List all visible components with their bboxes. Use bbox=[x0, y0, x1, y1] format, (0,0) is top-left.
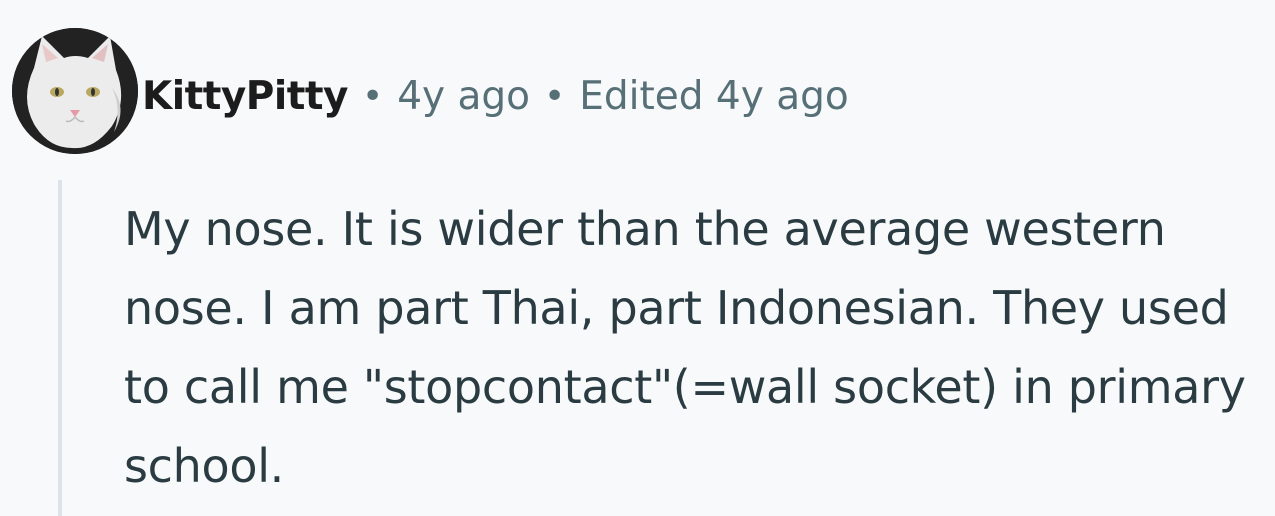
post-timestamp[interactable]: 4y ago bbox=[397, 68, 530, 126]
edited-timestamp: Edited 4y ago bbox=[579, 74, 849, 119]
comment: KittyPitty • 4y ago • Edited 4y ago My n… bbox=[0, 0, 1275, 516]
thread-collapse-line[interactable] bbox=[58, 180, 62, 516]
user-avatar[interactable] bbox=[12, 28, 138, 154]
comment-header: KittyPitty • 4y ago • Edited 4y ago bbox=[142, 68, 849, 126]
cat-avatar-icon bbox=[12, 28, 138, 154]
author-username[interactable]: KittyPitty bbox=[142, 68, 348, 126]
comment-body: My nose. It is wider than the average we… bbox=[124, 202, 1246, 493]
meta-separator: • bbox=[544, 76, 566, 117]
meta-separator: • bbox=[361, 76, 384, 117]
